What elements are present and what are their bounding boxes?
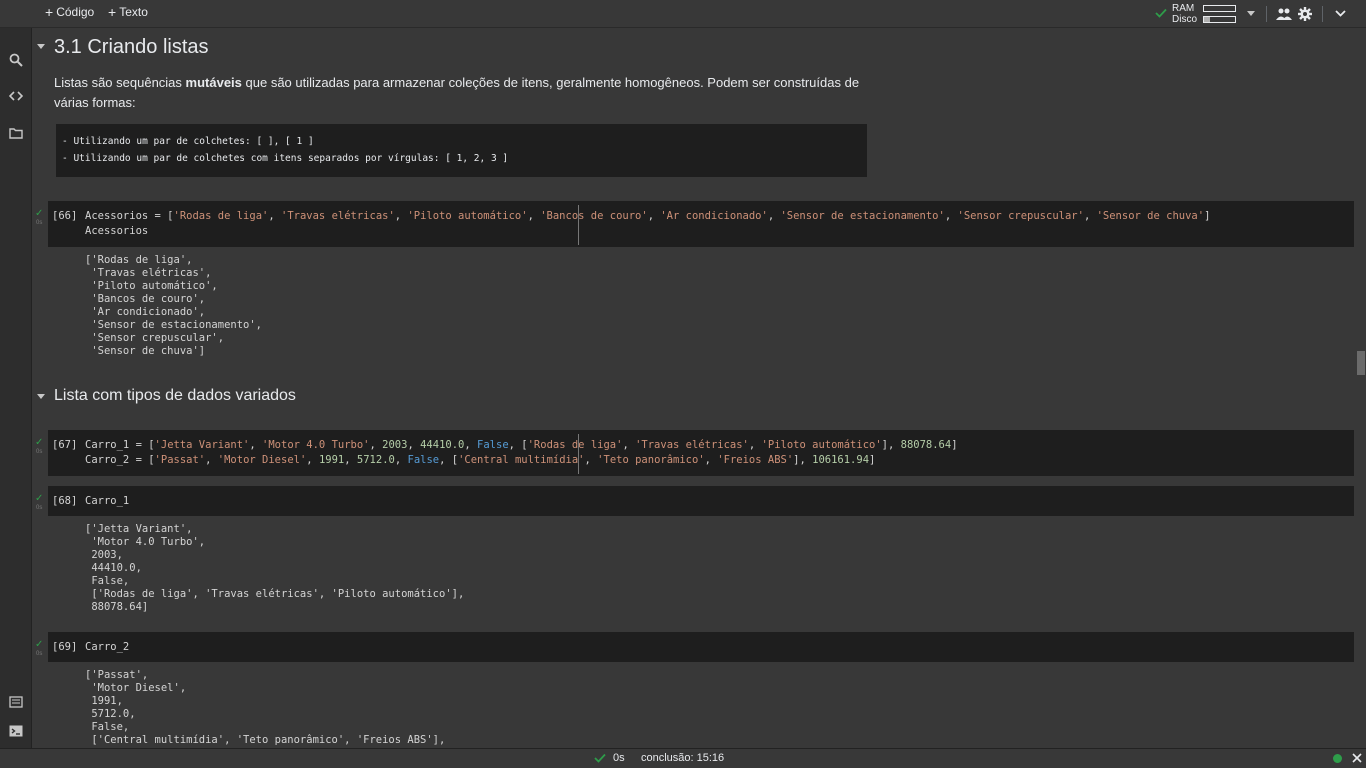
add-text-cell-button[interactable]: + Texto xyxy=(108,5,148,19)
run-success-check-icon: ✓ xyxy=(35,493,44,504)
output-line: False, xyxy=(85,575,130,587)
code-snippets-icon[interactable] xyxy=(9,89,23,103)
code-cell[interactable]: [67] Carro_1 = ['Jetta Variant', 'Motor … xyxy=(48,430,1354,476)
code-block-line: - Utilizando um par de colchetes com ite… xyxy=(62,153,509,164)
plus-icon: + xyxy=(108,4,117,20)
output-line: 'Bancos de couro', xyxy=(85,293,206,305)
status-bar: 0s conclusão: 15:16 xyxy=(0,748,1366,768)
output-line: ['Jetta Variant', xyxy=(85,523,193,535)
disk-bar xyxy=(1203,16,1236,23)
connected-check-icon xyxy=(1155,8,1167,18)
disk-label: Disco xyxy=(1172,14,1198,25)
output-line: 'Sensor de estacionamento', xyxy=(85,319,263,331)
code-line: Acessorios xyxy=(85,225,149,237)
output-line: ['Rodas de liga', 'Travas elétricas', 'P… xyxy=(85,588,465,600)
resources-indicator[interactable]: RAM Disco xyxy=(1155,2,1265,26)
section-collapse-caret[interactable] xyxy=(37,44,45,49)
cell-runtime: 0s xyxy=(36,449,43,455)
output-line: 'Travas elétricas', xyxy=(85,267,212,279)
output-line: 'Sensor de chuva'] xyxy=(85,345,206,357)
close-icon[interactable] xyxy=(1352,753,1362,763)
run-success-check-icon: ✓ xyxy=(35,437,44,448)
add-text-label: Texto xyxy=(119,5,148,19)
run-success-check-icon: ✓ xyxy=(35,639,44,650)
run-success-check-icon: ✓ xyxy=(35,208,44,219)
section-heading: Lista com tipos de dados variados xyxy=(54,387,296,404)
section-heading: 3.1 Criando listas xyxy=(54,36,209,58)
completion-time[interactable]: conclusão: 15:16 xyxy=(641,752,724,764)
code-block-line: - Utilizando um par de colchetes: [ ], [… xyxy=(62,136,314,147)
output-line: ['Rodas de liga', xyxy=(85,254,193,266)
cell-runtime: 0s xyxy=(36,651,43,657)
share-people-icon[interactable] xyxy=(1276,8,1292,20)
output-line: 2003, xyxy=(85,549,123,561)
code-line: Carro_1 = ['Jetta Variant', 'Motor 4.0 T… xyxy=(85,439,958,451)
output-line: 44410.0, xyxy=(85,562,142,574)
execution-count[interactable]: [67] xyxy=(52,439,77,451)
text-cursor xyxy=(578,205,579,245)
output-line: 'Sensor crepuscular', xyxy=(85,332,225,344)
paragraph-text: que são utilizadas para armazenar coleçõ… xyxy=(241,75,860,90)
code-line: Carro_2 xyxy=(85,641,130,653)
paragraph-bold-text: mutáveis xyxy=(185,75,242,90)
collapse-header-chevron-icon[interactable] xyxy=(1335,10,1346,17)
code-cell[interactable]: [68] Carro_1 xyxy=(48,486,1354,516)
code-line: Carro_2 = ['Passat', 'Motor Diesel', 199… xyxy=(85,454,876,466)
settings-gear-icon[interactable] xyxy=(1298,7,1312,21)
section-collapse-caret[interactable] xyxy=(37,394,45,399)
output-line: 'Motor Diesel', xyxy=(85,682,187,694)
left-sidebar xyxy=(0,0,32,768)
connection-status-dot xyxy=(1333,754,1342,763)
files-folder-icon[interactable] xyxy=(9,126,23,140)
code-cell[interactable]: [66] Acessorios = ['Rodas de liga', 'Tra… xyxy=(48,201,1354,247)
add-code-cell-button[interactable]: + Código xyxy=(45,5,94,19)
toolbar-divider xyxy=(1322,6,1323,22)
notebook-toolbar: + Código + Texto RAM Disco xyxy=(0,0,1366,28)
output-line: 88078.64] xyxy=(85,601,149,613)
command-palette-icon[interactable] xyxy=(9,695,23,709)
add-code-label: Código xyxy=(56,5,95,19)
output-line: False, xyxy=(85,721,130,733)
markdown-paragraph: Listas são sequências mutáveis que são u… xyxy=(54,73,859,113)
ram-bar xyxy=(1203,5,1236,12)
terminal-icon[interactable] xyxy=(9,724,23,738)
output-line: 'Ar condicionado', xyxy=(85,306,206,318)
execution-count[interactable]: [66] xyxy=(52,210,77,222)
execution-success-check-icon xyxy=(594,753,606,763)
markdown-code-block: - Utilizando um par de colchetes: [ ], [… xyxy=(56,124,867,177)
cell-runtime: 0s xyxy=(36,505,43,511)
chevron-down-icon[interactable] xyxy=(1247,11,1255,16)
code-line: Carro_1 xyxy=(85,495,130,507)
cell-runtime: 0s xyxy=(36,220,43,226)
output-line: 'Piloto automático', xyxy=(85,280,218,292)
plus-icon: + xyxy=(45,4,54,20)
paragraph-text: várias formas: xyxy=(54,95,136,110)
code-cell[interactable]: [69] Carro_2 xyxy=(48,632,1354,662)
scrollbar-thumb[interactable] xyxy=(1357,351,1365,375)
code-line: Acessorios = ['Rodas de liga', 'Travas e… xyxy=(85,210,1211,222)
search-icon[interactable] xyxy=(9,53,23,67)
output-line: 5712.0, xyxy=(85,708,136,720)
text-cursor xyxy=(578,434,579,474)
output-line: ['Central multimídia', 'Teto panorâmico'… xyxy=(85,734,446,746)
execution-count[interactable]: [69] xyxy=(52,641,77,653)
output-line: ['Passat', xyxy=(85,669,149,681)
ram-label: RAM xyxy=(1172,3,1195,14)
paragraph-text: Listas são sequências xyxy=(54,75,186,90)
toolbar-divider xyxy=(1266,6,1267,22)
execution-count[interactable]: [68] xyxy=(52,495,77,507)
execution-time: 0s xyxy=(613,752,625,764)
output-line: 1991, xyxy=(85,695,123,707)
output-line: 'Motor 4.0 Turbo', xyxy=(85,536,206,548)
disk-bar-fill xyxy=(1204,17,1211,22)
